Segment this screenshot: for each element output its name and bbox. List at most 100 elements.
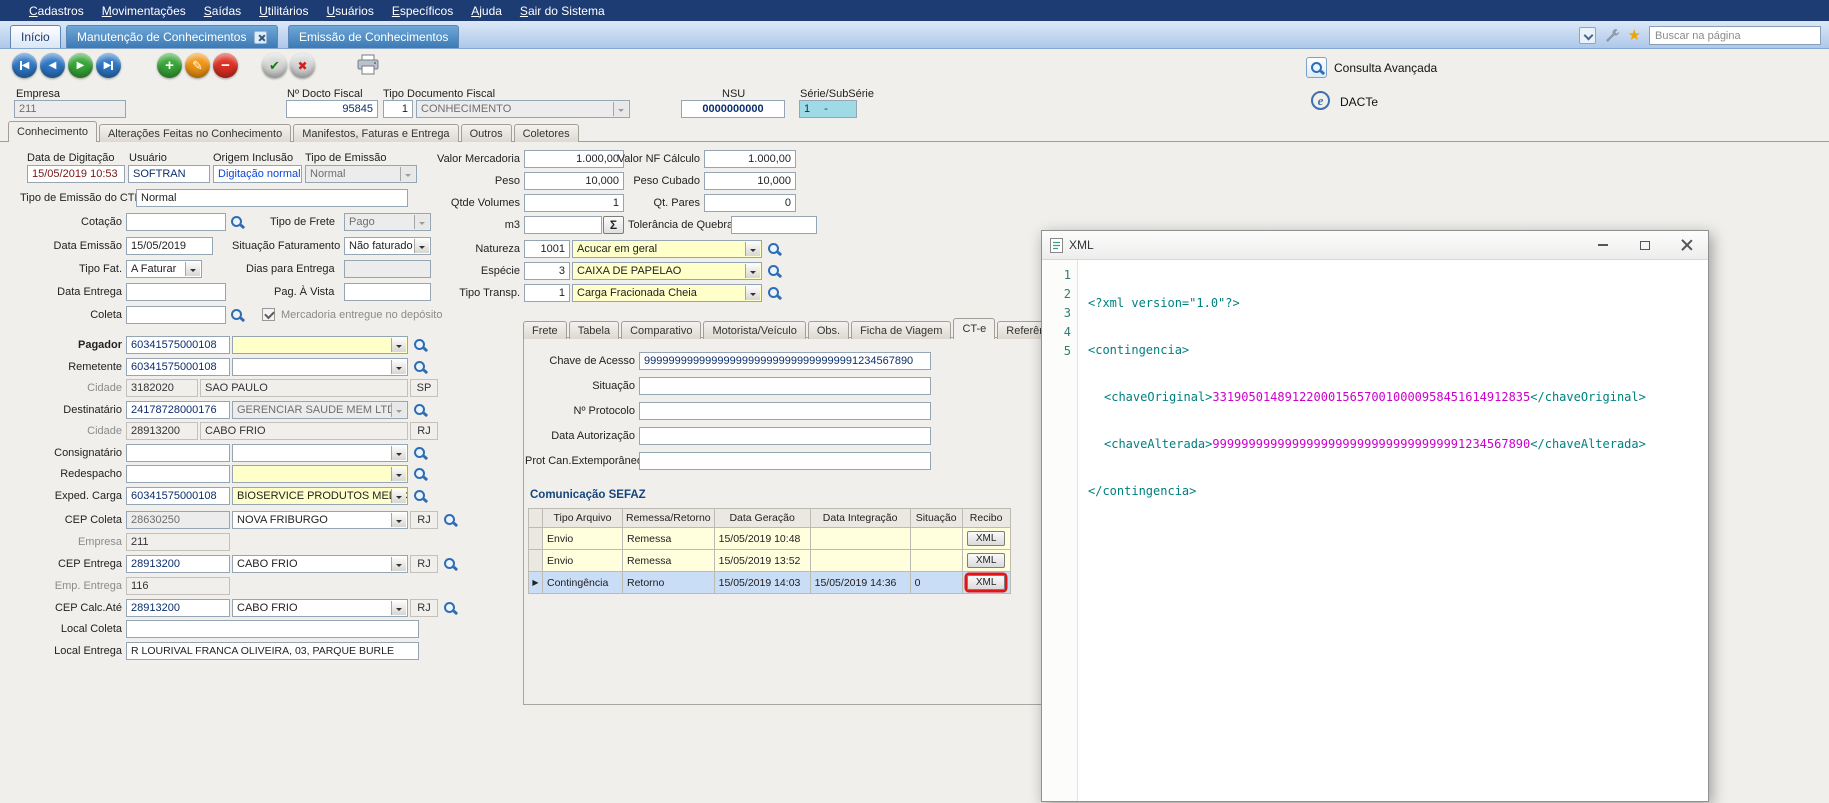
cep-coleta-cidade-combo[interactable]: NOVA FRIBURGO bbox=[232, 511, 408, 529]
nsu-field[interactable]: 0000000000 bbox=[681, 100, 785, 118]
tab-frete[interactable]: Frete bbox=[523, 321, 567, 339]
exped-carga-search-icon[interactable] bbox=[412, 488, 428, 504]
tab-conhecimento[interactable]: Conhecimento bbox=[8, 121, 97, 142]
consignatario-field[interactable] bbox=[126, 444, 230, 462]
situacao-field[interactable] bbox=[639, 377, 931, 395]
tipo-fat-combo[interactable]: A Faturar bbox=[126, 260, 202, 278]
tab-comparativo[interactable]: Comparativo bbox=[621, 321, 701, 339]
cotacao-search-icon[interactable] bbox=[229, 214, 245, 230]
tools-icon[interactable] bbox=[1604, 28, 1620, 44]
remetente-nome-combo[interactable] bbox=[232, 358, 408, 376]
empresa-header-field[interactable]: 211 bbox=[14, 100, 126, 118]
xml-editor[interactable]: 1 2 3 4 5 <?xml version="1.0"?> <conting… bbox=[1042, 260, 1708, 801]
remetente-search-icon[interactable] bbox=[412, 359, 428, 375]
protocolo-field[interactable] bbox=[639, 402, 931, 420]
col-header-remessa-retorno[interactable]: Remessa/Retorno bbox=[623, 509, 715, 528]
xml-recibo-button[interactable]: XML bbox=[967, 531, 1005, 546]
menu-item-especificos[interactable]: Específicos bbox=[383, 2, 462, 20]
menu-item-ajuda[interactable]: Ajuda bbox=[462, 2, 511, 20]
serie-subserie-field[interactable]: 1 - bbox=[799, 100, 857, 118]
local-coleta-field[interactable] bbox=[126, 620, 419, 638]
col-header-tipo-arquivo[interactable]: Tipo Arquivo bbox=[543, 509, 623, 528]
tab-motorista-veiculo[interactable]: Motorista/Veículo bbox=[703, 321, 805, 339]
sefaz-row-1[interactable]: Envio Remessa 15/05/2019 10:48 XML bbox=[529, 528, 1011, 550]
consulta-avancada-icon[interactable] bbox=[1306, 57, 1327, 78]
delete-record-button[interactable]: − bbox=[213, 53, 238, 78]
tipo-emissao-combo[interactable]: Normal bbox=[305, 165, 417, 183]
cep-entrega-search-icon[interactable] bbox=[442, 556, 458, 572]
dropdown-arrow-icon[interactable] bbox=[613, 102, 628, 116]
cep-entrega-field[interactable]: 28913200 bbox=[126, 555, 230, 573]
sefaz-row-2[interactable]: Envio Remessa 15/05/2019 13:52 XML bbox=[529, 550, 1011, 572]
tab-emissao-conhecimentos[interactable]: Emissão de Conhecimentos bbox=[288, 25, 459, 48]
remetente-field[interactable]: 60341575000108 bbox=[126, 358, 230, 376]
tipo-emissao-cte-field[interactable]: Normal bbox=[136, 189, 408, 207]
menu-item-cadastros[interactable]: Cadastros bbox=[20, 2, 93, 20]
redespacho-nome-combo[interactable] bbox=[232, 465, 408, 483]
dropdown-arrow-icon[interactable] bbox=[391, 467, 406, 481]
menu-item-movimentacoes[interactable]: Movimentações bbox=[93, 2, 195, 20]
minimize-button[interactable] bbox=[1590, 235, 1616, 255]
dropdown-arrow-icon[interactable] bbox=[391, 489, 406, 503]
dropdown-arrow-icon[interactable] bbox=[391, 360, 406, 374]
collapse-panel-icon[interactable] bbox=[1579, 27, 1596, 44]
dropdown-arrow-icon[interactable] bbox=[745, 264, 760, 278]
col-header-data-geracao[interactable]: Data Geração bbox=[714, 509, 810, 528]
m3-field[interactable] bbox=[524, 216, 602, 234]
cep-entrega-cidade-combo[interactable]: CABO FRIO bbox=[232, 555, 408, 573]
dropdown-arrow-icon[interactable] bbox=[185, 262, 200, 276]
local-entrega-field[interactable]: R LOURIVAL FRANCA OLIVEIRA, 03, PARQUE B… bbox=[126, 642, 419, 660]
previous-record-button[interactable]: ◀ bbox=[40, 53, 65, 78]
pagador-field[interactable]: 60341575000108 bbox=[126, 336, 230, 354]
tab-tabela[interactable]: Tabela bbox=[569, 321, 619, 339]
tipo-documento-combo[interactable]: CONHECIMENTO bbox=[416, 100, 630, 118]
tipo-transp-search-icon[interactable] bbox=[766, 285, 782, 301]
cep-calc-cidade-combo[interactable]: CABO FRIO bbox=[232, 599, 408, 617]
edit-record-button[interactable]: ✎ bbox=[185, 53, 210, 78]
tolerancia-quebra-field[interactable] bbox=[731, 216, 817, 234]
destinatario-nome-combo[interactable]: GERENCIAR SAUDE MEM LTDA bbox=[232, 401, 408, 419]
dropdown-arrow-icon[interactable] bbox=[745, 242, 760, 256]
coleta-field[interactable] bbox=[126, 306, 226, 324]
data-emissao-field[interactable]: 15/05/2019 bbox=[126, 237, 213, 255]
dropdown-arrow-icon[interactable] bbox=[391, 557, 406, 571]
tab-manifestos[interactable]: Manifestos, Faturas e Entrega bbox=[293, 124, 458, 142]
consignatario-nome-combo[interactable] bbox=[232, 444, 408, 462]
redespacho-search-icon[interactable] bbox=[412, 466, 428, 482]
dropdown-arrow-icon[interactable] bbox=[391, 601, 406, 615]
consignatario-search-icon[interactable] bbox=[412, 445, 428, 461]
mercadoria-checkbox[interactable] bbox=[262, 308, 275, 321]
docto-fiscal-field[interactable]: 95845 bbox=[286, 100, 378, 118]
chave-acesso-field[interactable]: 9999999999999999999999999999999999123456… bbox=[639, 352, 931, 370]
col-header-situacao[interactable]: Situação bbox=[910, 509, 962, 528]
tab-cte[interactable]: CT-e bbox=[953, 318, 995, 339]
dacte-icon[interactable]: e bbox=[1311, 91, 1330, 110]
tab-outros[interactable]: Outros bbox=[461, 124, 512, 142]
maximize-button[interactable] bbox=[1632, 235, 1658, 255]
tab-ficha-de-viagem[interactable]: Ficha de Viagem bbox=[851, 321, 951, 339]
qt-pares-field[interactable]: 0 bbox=[704, 194, 796, 212]
close-tab-icon[interactable] bbox=[254, 31, 267, 44]
data-entrega-field[interactable] bbox=[126, 283, 226, 301]
cep-coleta-field[interactable]: 28630250 bbox=[126, 511, 230, 529]
add-record-button[interactable]: + bbox=[157, 53, 182, 78]
cotacao-field[interactable] bbox=[126, 213, 226, 231]
cep-calc-search-icon[interactable] bbox=[442, 600, 458, 616]
xml-recibo-button-highlighted[interactable]: XML bbox=[967, 575, 1005, 590]
especie-search-icon[interactable] bbox=[766, 263, 782, 279]
tipo-transp-combo[interactable]: Carga Fracionada Cheia bbox=[572, 284, 762, 302]
first-record-button[interactable]: ◀ bbox=[12, 53, 37, 78]
data-digitacao-field[interactable]: 15/05/2019 10:53 bbox=[27, 165, 125, 183]
menu-item-saidas[interactable]: Saídas bbox=[195, 2, 250, 20]
consulta-avancada-label[interactable]: Consulta Avançada bbox=[1334, 61, 1437, 75]
last-record-button[interactable]: ▶ bbox=[96, 53, 121, 78]
tab-coletores[interactable]: Coletores bbox=[514, 124, 579, 142]
tipo-transp-code-field[interactable]: 1 bbox=[524, 284, 570, 302]
peso-cubado-field[interactable]: 10,000 bbox=[704, 172, 796, 190]
print-button[interactable] bbox=[356, 54, 380, 76]
sum-sigma-button[interactable]: Σ bbox=[603, 216, 624, 234]
natureza-code-field[interactable]: 1001 bbox=[524, 240, 570, 258]
cep-coleta-search-icon[interactable] bbox=[442, 512, 458, 528]
col-header-recibo[interactable]: Recibo bbox=[962, 509, 1010, 528]
page-search-input[interactable] bbox=[1649, 26, 1821, 45]
